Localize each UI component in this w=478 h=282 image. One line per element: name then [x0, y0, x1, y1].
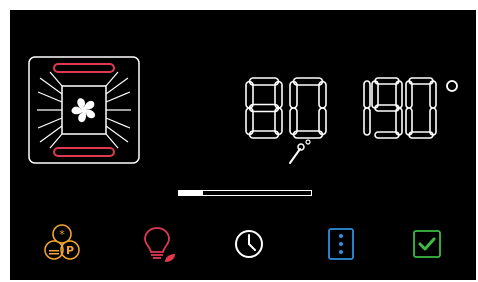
- digit-segment-c: [395, 107, 403, 136]
- digit-segment-a: [248, 77, 280, 86]
- digit-segment-c: [363, 107, 371, 136]
- progress-bar: [178, 190, 312, 196]
- oven-temperature-digits: [363, 77, 458, 139]
- degree-ring: [446, 80, 458, 92]
- display-screen: 80 ° 190 °: [10, 10, 476, 280]
- probe-icon: °: [286, 136, 316, 166]
- digit-segment-c: [429, 107, 437, 136]
- eco-light-icon: [144, 227, 175, 262]
- cooking-functions-icon: * P: [44, 224, 80, 260]
- progress-fill: [179, 191, 203, 195]
- digit-segment-d: [248, 130, 280, 139]
- badge-p: P: [66, 244, 74, 257]
- digit-segment-f: [405, 80, 413, 109]
- digit-segment-a: [292, 77, 324, 86]
- light-button[interactable]: [135, 222, 179, 266]
- options-menu-button[interactable]: [319, 222, 363, 266]
- timer-button[interactable]: [227, 222, 271, 266]
- digit-segment-g: [248, 103, 280, 113]
- food-temperature-display[interactable]: 80: [242, 76, 332, 142]
- checkbox-check-icon: [413, 230, 441, 258]
- digit-segment-b: [363, 80, 371, 109]
- probe-unit: °: [286, 166, 287, 167]
- options-menu-icon: [328, 228, 354, 260]
- oven-fan-icon[interactable]: [28, 56, 140, 164]
- functions-button[interactable]: * P: [40, 222, 84, 266]
- clock-icon: [235, 230, 263, 258]
- oven-temperature-display[interactable]: 190 °: [354, 76, 462, 142]
- badge-snow: *: [59, 228, 65, 241]
- digit-segment-b: [429, 80, 437, 109]
- oven-control-panel: 80 ° 190 °: [0, 0, 478, 282]
- digit-segment-f: [371, 80, 379, 109]
- food-temperature-digits: [245, 77, 327, 139]
- digit-segment-e: [405, 107, 413, 136]
- confirm-button[interactable]: [405, 222, 449, 266]
- digit-segment-b: [395, 80, 403, 109]
